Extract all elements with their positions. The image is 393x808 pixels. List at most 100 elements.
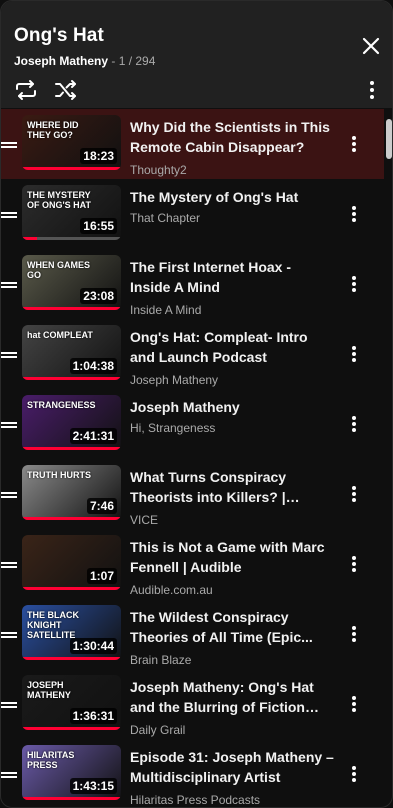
video-channel[interactable]: VICE (130, 513, 158, 527)
playlist-menu-button[interactable] (361, 77, 383, 103)
video-thumbnail[interactable]: TRUTH HURTS 7:46 (22, 465, 121, 520)
drag-handle-icon[interactable] (1, 632, 17, 642)
playlist-separator: - (108, 54, 119, 68)
playlist-item[interactable]: JOSEPH MATHENY 1:36:31 Joseph Matheny: Ong… (1, 669, 384, 739)
playlist-items: WHERE DID THEY GO? 18:23 Why Did the Scien… (1, 109, 392, 807)
video-thumbnail[interactable]: hat COMPLEAT 1:04:38 (22, 325, 121, 380)
video-duration: 23:08 (80, 288, 117, 304)
more-vert-icon (352, 136, 356, 152)
video-menu-button[interactable] (345, 693, 363, 715)
loop-icon (16, 80, 36, 100)
video-title[interactable]: The First Internet Hoax - Inside A Mind (130, 257, 335, 297)
video-title[interactable]: Why Did the Scientists in This Remote Ca… (130, 117, 335, 157)
video-title[interactable]: What Turns Conspiracy Theorists into Kil… (130, 467, 335, 507)
drag-handle-icon[interactable] (1, 282, 17, 292)
watch-progress-bar (22, 517, 121, 520)
video-thumbnail[interactable]: WHEN GAMES GO 23:08 (22, 255, 121, 310)
more-vert-icon (352, 626, 356, 642)
video-title[interactable]: Ong's Hat: Compleat- Intro and Launch Po… (130, 327, 335, 367)
video-thumbnail[interactable]: THE BLACK KNIGHT SATELLITE 1:30:44 (22, 605, 121, 660)
more-vert-icon (352, 766, 356, 782)
playlist-item[interactable]: THE BLACK KNIGHT SATELLITE 1:30:44 The Wil… (1, 599, 384, 669)
playlist-item[interactable]: THE MYSTERY OF ONG'S HAT 16:55 The Mystery… (1, 179, 384, 249)
video-channel[interactable]: That Chapter (130, 211, 200, 225)
loop-button[interactable] (13, 77, 39, 103)
video-channel[interactable]: Daily Grail (130, 723, 185, 737)
close-icon (362, 37, 380, 55)
video-channel[interactable]: Inside A Mind (130, 303, 201, 317)
drag-handle-icon[interactable] (1, 422, 17, 432)
drag-handle-icon[interactable] (1, 212, 17, 222)
video-title[interactable]: Episode 31: Joseph Matheny – Multidiscip… (130, 747, 335, 787)
watch-progress-bar (22, 237, 121, 240)
video-title[interactable]: The Mystery of Ong's Hat (130, 187, 335, 207)
video-duration: 2:41:31 (69, 428, 117, 444)
playlist-owner[interactable]: Joseph Matheny (14, 54, 108, 68)
playlist-subtitle: Joseph Matheny - 1 / 294 (14, 54, 155, 68)
drag-handle-icon[interactable] (1, 492, 17, 502)
playlist-item[interactable]: TRUTH HURTS 7:46 What Turns Conspiracy The… (1, 459, 384, 529)
watch-progress-bar (22, 587, 121, 590)
video-channel[interactable]: Joseph Matheny (130, 373, 218, 387)
watch-progress-bar (22, 167, 121, 170)
playlist-item[interactable]: WHERE DID THEY GO? 18:23 Why Did the Scien… (1, 109, 384, 179)
video-channel[interactable]: Brain Blaze (130, 653, 191, 667)
watch-progress-bar (22, 307, 121, 310)
thumbnail-text: THE BLACK KNIGHT SATELLITE (27, 610, 79, 640)
video-menu-button[interactable] (345, 763, 363, 785)
video-title[interactable]: The Wildest Conspiracy Theories of All T… (130, 607, 335, 647)
playlist-item[interactable]: WHEN GAMES GO 23:08 The First Internet Hoa… (1, 249, 384, 319)
close-button[interactable] (359, 34, 383, 58)
more-vert-icon (352, 696, 356, 712)
video-menu-button[interactable] (345, 483, 363, 505)
video-channel[interactable]: Hi, Strangeness (130, 421, 215, 435)
video-menu-button[interactable] (345, 203, 363, 225)
video-channel[interactable]: Audible.com.au (130, 583, 213, 597)
video-thumbnail[interactable]: STRANGENESS 2:41:31 (22, 395, 121, 450)
drag-handle-icon[interactable] (1, 562, 17, 572)
playlist-panel: Ong's Hat Joseph Matheny - 1 / 294 WHERE… (0, 0, 393, 808)
video-title[interactable]: Joseph Matheny (130, 397, 335, 417)
playlist-position: 1 / 294 (118, 54, 156, 68)
video-thumbnail[interactable]: THE MYSTERY OF ONG'S HAT 16:55 (22, 185, 121, 240)
video-duration: 1:07 (86, 568, 117, 584)
playlist-item[interactable]: hat COMPLEAT 1:04:38 Ong's Hat: Compleat- … (1, 319, 384, 389)
playlist-item[interactable]: 1:07 This is Not a Game with Marc Fennell… (1, 529, 384, 599)
drag-handle-icon[interactable] (1, 702, 17, 712)
drag-handle-icon[interactable] (1, 772, 17, 782)
drag-handle-icon[interactable] (1, 352, 17, 362)
video-thumbnail[interactable]: WHERE DID THEY GO? 18:23 (22, 115, 121, 170)
watch-progress-bar (22, 447, 121, 450)
video-duration: 1:04:38 (69, 358, 117, 374)
more-vert-icon (370, 81, 374, 99)
video-channel[interactable]: Hilaritas Press Podcasts (130, 793, 260, 807)
video-thumbnail[interactable]: HILARITAS PRESS 1:43:15 (22, 745, 121, 800)
thumbnail-text: JOSEPH MATHENY (27, 680, 71, 700)
video-title[interactable]: This is Not a Game with Marc Fennell | A… (130, 537, 335, 577)
video-channel[interactable]: Thoughty2 (130, 163, 187, 177)
drag-handle-icon[interactable] (1, 142, 17, 152)
video-menu-button[interactable] (345, 623, 363, 645)
video-title[interactable]: Joseph Matheny: Ong's Hat and the Blurri… (130, 677, 335, 717)
video-duration: 16:55 (80, 218, 117, 234)
video-thumbnail[interactable]: JOSEPH MATHENY 1:36:31 (22, 675, 121, 730)
more-vert-icon (352, 416, 356, 432)
more-vert-icon (352, 276, 356, 292)
more-vert-icon (352, 556, 356, 572)
shuffle-button[interactable] (53, 77, 79, 103)
video-menu-button[interactable] (345, 553, 363, 575)
video-menu-button[interactable] (345, 343, 363, 365)
video-menu-button[interactable] (345, 133, 363, 155)
video-thumbnail[interactable]: 1:07 (22, 535, 121, 590)
video-duration: 1:30:44 (69, 638, 117, 654)
more-vert-icon (352, 486, 356, 502)
watch-progress-bar (22, 727, 121, 730)
playlist-item[interactable]: STRANGENESS 2:41:31 Joseph Matheny Hi, Stra… (1, 389, 384, 459)
video-menu-button[interactable] (345, 273, 363, 295)
video-duration: 1:43:15 (69, 778, 117, 794)
playlist-item[interactable]: HILARITAS PRESS 1:43:15 Episode 31: Joseph… (1, 739, 384, 807)
scrollbar-thumb[interactable] (386, 119, 392, 159)
thumbnail-text: hat COMPLEAT (27, 330, 93, 340)
more-vert-icon (352, 206, 356, 222)
video-menu-button[interactable] (345, 413, 363, 435)
